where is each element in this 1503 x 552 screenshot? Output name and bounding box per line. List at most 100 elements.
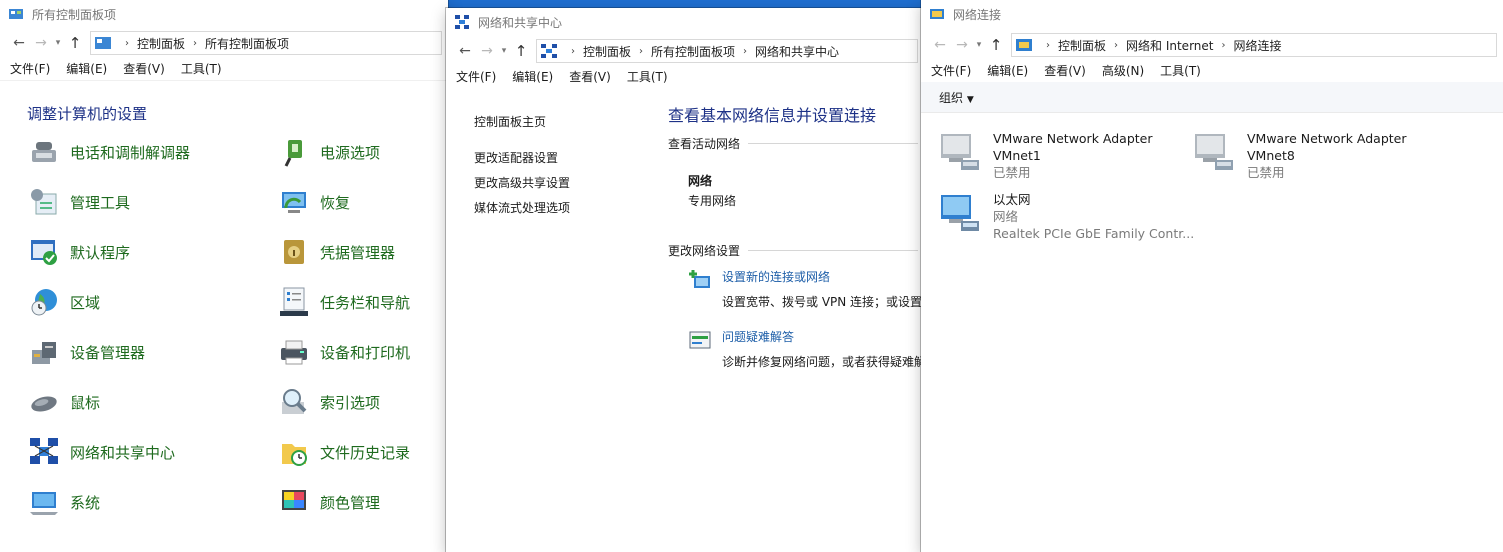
cp-item-label: 索引选项 (320, 393, 381, 412)
cp-item-label: 任务栏和导航 (320, 293, 411, 312)
adapter-info: 以太网 网络 Realtek PCIe GbE Family Contr... (993, 191, 1194, 242)
adapter-network: VMnet1 (993, 148, 1041, 163)
cp-item-device-manager[interactable]: 设备管理器 (28, 335, 145, 369)
task-link[interactable]: 设置新的连接或网络 (722, 268, 922, 285)
sidebar-link-control-panel-home[interactable]: 控制面板主页 (474, 113, 546, 130)
back-icon[interactable]: ← (454, 40, 476, 62)
window-title: 所有控制面板项 (32, 7, 117, 22)
cp-item-printers[interactable]: 设备和打印机 (278, 335, 410, 369)
cp-item-file-history[interactable]: 文件历史记录 (278, 435, 410, 469)
menu-tools[interactable]: 工具(T) (627, 68, 668, 85)
network-center-icon (30, 438, 58, 464)
adapter-name: VMware Network Adapter (1247, 131, 1407, 146)
up-icon[interactable]: ↑ (985, 34, 1007, 56)
breadcrumb-item[interactable]: 控制面板 (1058, 37, 1106, 54)
menu-file[interactable]: 文件(F) (931, 62, 971, 79)
address-bar[interactable]: › 控制面板 › 网络和 Internet › 网络连接 (1011, 33, 1497, 57)
cp-item-credential-manager[interactable]: 凭据管理器 (278, 235, 395, 269)
menu-advanced[interactable]: 高级(N) (1102, 62, 1144, 79)
network-connections-window: 网络连接 ← → ▾ ↑ › 控制面板 › 网络和 Internet › 网络连… (921, 0, 1503, 552)
menu-file[interactable]: 文件(F) (456, 68, 496, 85)
adapter-info: VMware Network Adapter VMnet8 已禁用 (1247, 130, 1407, 181)
adapter-status: 已禁用 (1247, 165, 1285, 180)
region-icon (31, 289, 57, 316)
menu-edit[interactable]: 编辑(E) (512, 68, 553, 85)
cp-item-admin-tools[interactable]: 管理工具 (28, 185, 130, 219)
breadcrumb-item[interactable]: 所有控制面板项 (651, 43, 735, 60)
menu-tools[interactable]: 工具(T) (181, 60, 222, 77)
cp-item-system[interactable]: 系统 (28, 485, 100, 519)
power-options-icon (284, 140, 302, 167)
printer-icon (281, 340, 307, 365)
menu-edit[interactable]: 编辑(E) (66, 60, 107, 77)
menu-view[interactable]: 查看(V) (1044, 62, 1086, 79)
adapter-network: 网络 (993, 209, 1019, 224)
cp-item-power[interactable]: 电源选项 (278, 135, 380, 169)
back-icon[interactable]: ← (8, 32, 30, 54)
window-title: 网络和共享中心 (478, 15, 563, 30)
cp-item-default-programs[interactable]: 默认程序 (28, 235, 130, 269)
cp-item-label: 系统 (70, 493, 101, 512)
cp-item-label: 设备和打印机 (320, 343, 411, 362)
section-change-settings: 更改网络设置 (668, 242, 919, 259)
address-bar-row: ← → ▾ ↑ › 控制面板 › 所有控制面板项 (0, 30, 448, 56)
sidebar-link-advanced-sharing[interactable]: 更改高级共享设置 (474, 174, 570, 191)
task-text: 问题疑难解答 诊断并修复网络问题，或者获得疑难解 (722, 328, 924, 370)
task-troubleshoot[interactable]: 问题疑难解答 诊断并修复网络问题，或者获得疑难解 (688, 328, 924, 370)
back-icon[interactable]: ← (929, 34, 951, 56)
chevron-right-icon: › (743, 45, 748, 57)
task-new-connection[interactable]: 设置新的连接或网络 设置宽带、拨号或 VPN 连接；或设置 (688, 268, 922, 310)
up-icon[interactable]: ↑ (510, 40, 532, 62)
forward-icon[interactable]: → (30, 32, 52, 54)
task-link[interactable]: 问题疑难解答 (722, 328, 924, 345)
forward-icon[interactable]: → (476, 40, 498, 62)
forward-icon[interactable]: → (951, 34, 973, 56)
network-type[interactable]: 专用网络 (688, 192, 736, 209)
cp-item-mouse[interactable]: 鼠标 (28, 385, 100, 419)
breadcrumb-item[interactable]: 控制面板 (137, 35, 185, 52)
cp-item-phone-modem[interactable]: 电话和调制解调器 (28, 135, 190, 169)
breadcrumb-item[interactable]: 所有控制面板项 (205, 35, 289, 52)
menu-tools[interactable]: 工具(T) (1160, 62, 1201, 79)
organize-button[interactable]: 组织 ▼ (939, 89, 974, 106)
cp-item-network-center[interactable]: 网络和共享中心 (28, 435, 175, 469)
breadcrumb-item[interactable]: 网络和共享中心 (755, 43, 839, 60)
chevron-right-icon: › (1221, 39, 1226, 51)
adapter-device: Realtek PCIe GbE Family Contr... (993, 226, 1195, 241)
cp-item-color-management[interactable]: 颜色管理 (278, 485, 380, 519)
cp-item-index-options[interactable]: 索引选项 (278, 385, 380, 419)
divider (748, 143, 919, 144)
adapter-vmnet8[interactable]: VMware Network Adapter VMnet8 已禁用 (1193, 130, 1407, 181)
menu-edit[interactable]: 编辑(E) (987, 62, 1028, 79)
up-icon[interactable]: ↑ (64, 32, 86, 54)
chevron-right-icon: › (125, 37, 129, 49)
chevron-right-icon: › (1046, 39, 1050, 51)
adapter-ethernet[interactable]: 以太网 网络 Realtek PCIe GbE Family Contr... (939, 191, 1194, 242)
title-bar: 所有控制面板项 (0, 0, 448, 28)
recent-dropdown-icon[interactable]: ▾ (498, 40, 510, 62)
cp-item-label: 颜色管理 (320, 493, 381, 512)
menu-file[interactable]: 文件(F) (10, 60, 50, 77)
cp-item-taskbar[interactable]: 任务栏和导航 (278, 285, 410, 319)
menu-view[interactable]: 查看(V) (123, 60, 165, 77)
file-history-icon (282, 444, 307, 466)
breadcrumb-item[interactable]: 网络连接 (1233, 37, 1281, 54)
index-options-icon (282, 389, 307, 414)
adapter-status: 已禁用 (993, 165, 1031, 180)
adapter-vmnet1[interactable]: VMware Network Adapter VMnet1 已禁用 (939, 130, 1153, 181)
recent-dropdown-icon[interactable]: ▾ (52, 32, 64, 54)
chevron-right-icon: › (571, 45, 575, 57)
task-description: 设置宽带、拨号或 VPN 连接；或设置 (722, 295, 923, 309)
sidebar-link-media-streaming[interactable]: 媒体流式处理选项 (474, 199, 570, 216)
address-bar[interactable]: › 控制面板 › 所有控制面板项 (90, 31, 442, 55)
cp-item-recovery[interactable]: 恢复 (278, 185, 350, 219)
recent-dropdown-icon[interactable]: ▾ (973, 34, 985, 56)
address-bar[interactable]: › 控制面板 › 所有控制面板项 › 网络和共享中心 (536, 39, 918, 63)
adapter-info: VMware Network Adapter VMnet1 已禁用 (993, 130, 1153, 181)
cp-item-label: 电话和调制解调器 (70, 143, 191, 162)
breadcrumb-item[interactable]: 网络和 Internet (1126, 37, 1213, 54)
sidebar-link-change-adapter[interactable]: 更改适配器设置 (474, 149, 558, 166)
cp-item-region[interactable]: 区域 (28, 285, 100, 319)
menu-view[interactable]: 查看(V) (569, 68, 611, 85)
breadcrumb-item[interactable]: 控制面板 (583, 43, 631, 60)
